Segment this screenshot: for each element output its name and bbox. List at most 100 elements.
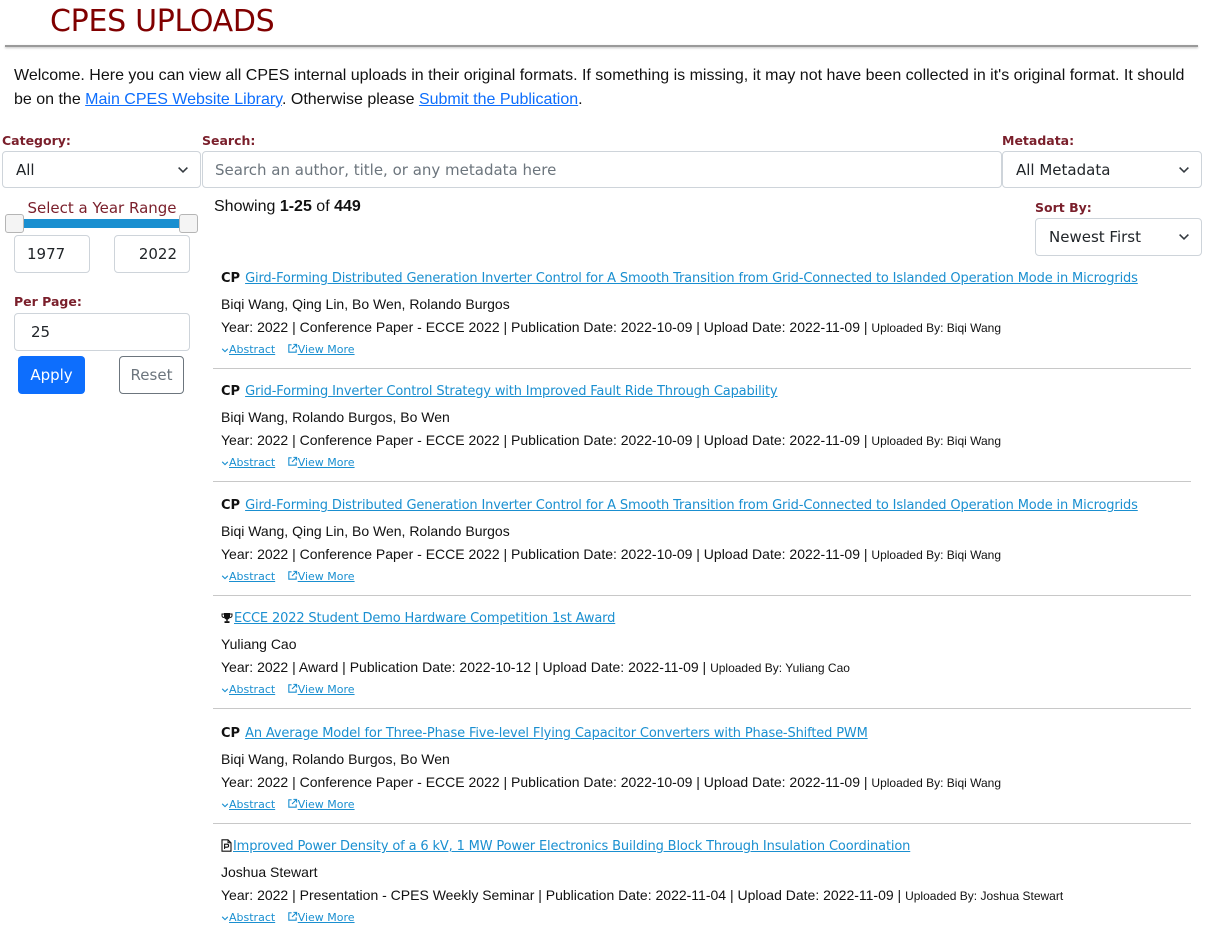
search-label: Search: (202, 133, 256, 148)
sort-select[interactable]: Newest First (1035, 218, 1202, 256)
result-uploaded-by: Uploaded By: Biqi Wang (871, 434, 1002, 448)
result-title-link[interactable]: Gird-Forming Distributed Generation Inve… (245, 271, 1138, 286)
abstract-label: Abstract (229, 456, 276, 469)
external-link-icon (287, 911, 297, 921)
results-total: 449 (334, 198, 361, 215)
result-meta-text: Year: 2022 | Presentation - CPES Weekly … (221, 887, 902, 903)
result-meta: Year: 2022 | Conference Paper - ECCE 202… (221, 432, 1001, 448)
main-library-link[interactable]: Main CPES Website Library (85, 91, 282, 108)
result-type-badge: CP (221, 498, 241, 513)
view-more-link[interactable]: View More (287, 798, 355, 811)
result-actions: Abstract View More (221, 911, 355, 924)
result-title-row: Improved Power Density of a 6 kV, 1 MW P… (221, 838, 910, 855)
view-more-label: View More (297, 911, 355, 924)
result-uploaded-by: Uploaded By: Biqi Wang (871, 548, 1002, 562)
result-uploaded-by: Uploaded By: Yuliang Cao (710, 661, 850, 675)
reset-button[interactable]: Reset (119, 356, 184, 394)
result-uploaded-by: Uploaded By: Biqi Wang (871, 321, 1002, 335)
year-min-value: 1977 (27, 245, 66, 263)
chevron-down-icon (221, 803, 229, 808)
result-type-badge: CP (221, 271, 241, 286)
abstract-toggle[interactable]: Abstract (221, 911, 275, 924)
result-title-row: CP An Average Model for Three-Phase Five-… (221, 725, 868, 742)
search-input[interactable] (202, 151, 1002, 188)
result-divider (213, 481, 1191, 482)
metadata-select[interactable]: All Metadata (1002, 151, 1202, 188)
result-divider (213, 708, 1191, 709)
result-actions: Abstract View More (221, 456, 355, 469)
chevron-down-icon (1179, 166, 1189, 173)
metadata-label: Metadata: (1002, 133, 1075, 148)
year-range-min-handle[interactable] (5, 214, 24, 233)
per-page-input[interactable]: 25 (14, 313, 190, 351)
result-title-link[interactable]: Grid-Forming Inverter Control Strategy w… (245, 384, 778, 399)
result-actions: Abstract View More (221, 570, 355, 583)
abstract-toggle[interactable]: Abstract (221, 683, 275, 696)
results-count-of: of (311, 198, 335, 215)
result-authors: Biqi Wang, Rolando Burgos, Bo Wen (221, 751, 450, 767)
year-range-track[interactable] (16, 219, 188, 228)
chevron-down-icon (221, 916, 229, 921)
abstract-toggle[interactable]: Abstract (221, 798, 275, 811)
result-type-badge: CP (221, 384, 241, 399)
header-divider (5, 45, 1198, 47)
sort-value: Newest First (1049, 228, 1141, 246)
result-divider (213, 823, 1191, 824)
external-link-icon (287, 343, 297, 353)
view-more-link[interactable]: View More (287, 456, 355, 469)
result-meta: Year: 2022 | Conference Paper - ECCE 202… (221, 774, 1001, 790)
result-meta-text: Year: 2022 | Conference Paper - ECCE 202… (221, 774, 868, 790)
year-min-input[interactable]: 1977 (14, 235, 90, 273)
abstract-toggle[interactable]: Abstract (221, 570, 275, 583)
result-meta-text: Year: 2022 | Conference Paper - ECCE 202… (221, 432, 868, 448)
result-title-link[interactable]: Gird-Forming Distributed Generation Inve… (245, 498, 1138, 513)
result-divider (213, 595, 1191, 596)
sort-label: Sort By: (1035, 200, 1092, 215)
result-meta: Year: 2022 | Award | Publication Date: 2… (221, 659, 850, 675)
abstract-label: Abstract (229, 343, 276, 356)
results-count-prefix: Showing (214, 198, 280, 215)
apply-button[interactable]: Apply (18, 356, 85, 394)
result-meta: Year: 2022 | Conference Paper - ECCE 202… (221, 546, 1001, 562)
view-more-label: View More (297, 456, 355, 469)
result-title-link[interactable]: An Average Model for Three-Phase Five-le… (245, 726, 868, 741)
year-max-input[interactable]: 2022 (114, 235, 190, 273)
chevron-down-icon (221, 461, 229, 466)
result-title-row: ECCE 2022 Student Demo Hardware Competit… (221, 610, 615, 627)
abstract-label: Abstract (229, 570, 276, 583)
category-select[interactable]: All (2, 151, 201, 188)
result-uploaded-by: Uploaded By: Joshua Stewart (905, 889, 1064, 903)
chevron-down-icon (221, 688, 229, 693)
result-title-link[interactable]: ECCE 2022 Student Demo Hardware Competit… (234, 611, 615, 626)
results-count: Showing 1-25 of 449 (214, 198, 361, 216)
page-title: CPES UPLOADS (50, 4, 275, 39)
trophy-icon (221, 613, 233, 623)
abstract-label: Abstract (229, 683, 276, 696)
presentation-file-icon (221, 839, 232, 852)
result-uploaded-by: Uploaded By: Biqi Wang (871, 776, 1002, 790)
view-more-link[interactable]: View More (287, 343, 355, 356)
view-more-label: View More (297, 343, 355, 356)
result-actions: Abstract View More (221, 683, 355, 696)
per-page-value: 25 (31, 323, 51, 341)
result-meta: Year: 2022 | Presentation - CPES Weekly … (221, 887, 1063, 903)
category-value: All (16, 160, 35, 179)
result-actions: Abstract View More (221, 798, 355, 811)
result-divider (213, 368, 1191, 369)
welcome-text-end: . (578, 91, 583, 108)
abstract-label: Abstract (229, 798, 276, 811)
view-more-link[interactable]: View More (287, 683, 355, 696)
welcome-text: Welcome. Here you can view all CPES inte… (14, 64, 1204, 112)
per-page-label: Per Page: (14, 294, 82, 309)
result-actions: Abstract View More (221, 343, 355, 356)
metadata-value: All Metadata (1016, 160, 1111, 179)
result-authors: Biqi Wang, Qing Lin, Bo Wen, Rolando Bur… (221, 296, 510, 312)
abstract-toggle[interactable]: Abstract (221, 343, 275, 356)
results-range: 1-25 (279, 198, 312, 215)
result-title-link[interactable]: Improved Power Density of a 6 kV, 1 MW P… (233, 839, 910, 854)
submit-publication-link[interactable]: Submit the Publication (419, 91, 578, 108)
view-more-link[interactable]: View More (287, 570, 355, 583)
abstract-toggle[interactable]: Abstract (221, 456, 275, 469)
view-more-link[interactable]: View More (287, 911, 355, 924)
year-range-max-handle[interactable] (179, 214, 198, 233)
